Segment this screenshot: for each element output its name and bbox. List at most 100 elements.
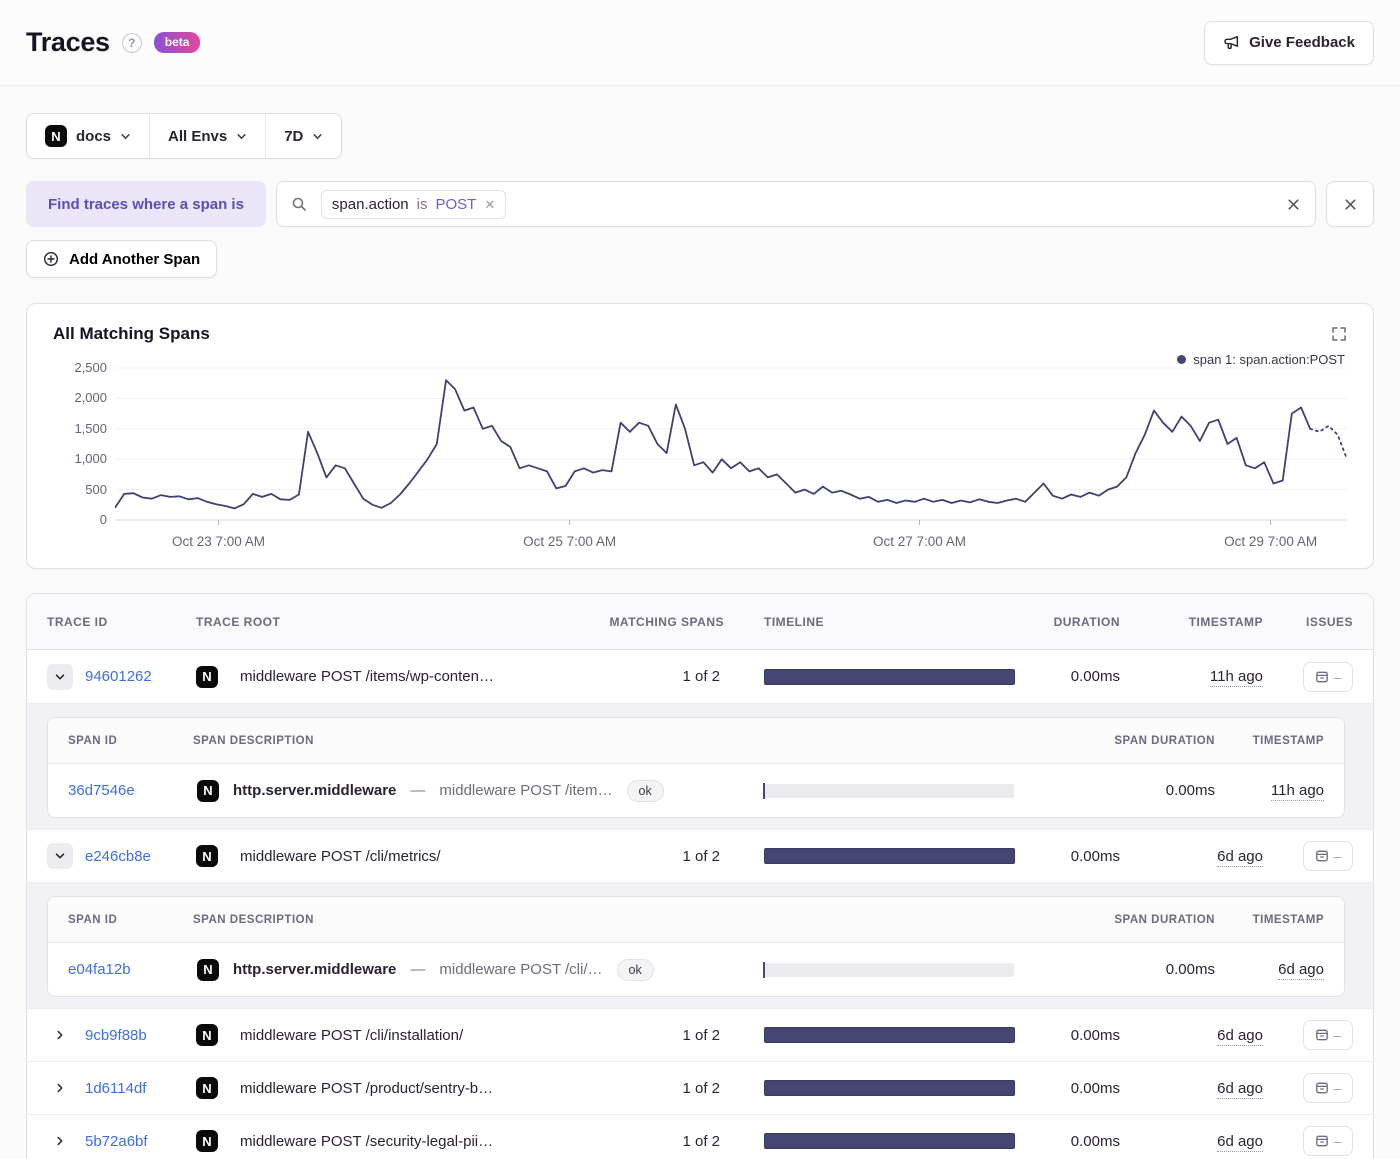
expand-chart-button[interactable] (1331, 324, 1347, 342)
page-header: Traces ? beta Give Feedback (0, 0, 1400, 86)
chevron-right-icon (57, 1030, 63, 1040)
issues-empty-dash: – (1333, 1133, 1342, 1149)
issues-cell-button[interactable]: – (1303, 1073, 1353, 1103)
span-timestamp-value[interactable]: 11h ago (1270, 782, 1324, 801)
span-column-header: SPAN DURATION (1114, 913, 1215, 926)
issues-cell-button[interactable]: – (1303, 1126, 1353, 1156)
nextjs-project-icon: N (196, 665, 218, 688)
span-id-link[interactable]: e04fa12b (68, 961, 131, 978)
column-header-timeline: TIMELINE (764, 614, 824, 629)
search-input[interactable] (520, 195, 1272, 213)
span-id-link[interactable]: 36d7546e (68, 782, 135, 799)
megaphone-icon (1223, 34, 1240, 51)
project-filter-label: docs (76, 127, 112, 145)
expand-trace-button[interactable] (47, 1075, 73, 1101)
nextjs-project-icon: N (197, 779, 219, 802)
plus-circle-icon (43, 251, 59, 267)
span-duration-value: 0.00ms (1165, 782, 1215, 799)
timestamp-value[interactable]: 6d ago (1217, 1079, 1263, 1099)
span-subtable-header: SPAN ID SPAN DESCRIPTION SPAN DURATION TIME… (48, 897, 1344, 943)
project-filter[interactable]: N docs (27, 114, 149, 158)
add-another-span-button[interactable]: Add Another Span (26, 240, 218, 278)
span-subtable-header: SPAN ID SPAN DESCRIPTION SPAN DURATION TIME… (48, 718, 1344, 764)
expand-trace-button[interactable] (47, 1128, 73, 1154)
token-value: POST (435, 195, 477, 213)
trace-id-link[interactable]: 1d6114df (85, 1080, 146, 1097)
issues-empty-dash: – (1333, 668, 1342, 685)
trace-id-link[interactable]: 5b72a6bf (85, 1133, 148, 1150)
y-axis-tick-label: 2,500 (74, 360, 107, 375)
span-column-header: SPAN ID (68, 913, 118, 926)
remove-span-filter-button[interactable] (1326, 181, 1374, 227)
clear-search-button[interactable] (1286, 197, 1301, 212)
span-column-header: TIMESTAMP (1252, 913, 1324, 926)
collapse-trace-button[interactable] (47, 663, 73, 690)
issues-cell-button[interactable]: – (1303, 661, 1353, 692)
y-axis-tick-label: 1,500 (74, 420, 107, 436)
timestamp-value[interactable]: 6d ago (1217, 847, 1263, 867)
issues-empty-dash: – (1333, 1027, 1342, 1043)
issues-cell-button[interactable]: – (1303, 1020, 1353, 1050)
close-icon (1288, 198, 1299, 210)
span-description: middleware POST /item… (439, 782, 613, 799)
span-column-header: SPAN DESCRIPTION (193, 913, 314, 926)
duration-value: 0.00ms (1070, 668, 1120, 685)
trace-id-link[interactable]: e246cb8e (85, 848, 151, 865)
column-header-issues: ISSUES (1305, 614, 1353, 629)
trace-root-text: middleware POST /cli/metrics/ (240, 847, 441, 865)
give-feedback-button[interactable]: Give Feedback (1204, 20, 1374, 65)
y-axis-tick-label: 0 (99, 512, 107, 527)
token-operator: is (416, 195, 428, 213)
issues-empty-dash: – (1333, 1080, 1342, 1096)
issues-cell-button[interactable]: – (1303, 841, 1353, 871)
timeline-bar (764, 848, 1015, 864)
span-row: e04fa12b Nhttp.server.middleware — middlewa… (48, 943, 1344, 996)
issues-icon (1315, 1082, 1328, 1094)
duration-value: 0.00ms (1070, 1026, 1120, 1044)
nextjs-project-icon: N (197, 958, 219, 981)
expand-trace-button[interactable] (47, 1022, 73, 1048)
help-icon[interactable]: ? (121, 32, 142, 53)
span-status-badge: ok (626, 779, 664, 802)
trace-id-link[interactable]: 9cb9f88b (85, 1027, 147, 1044)
span-timeline-bar (763, 782, 1014, 799)
separator-dash: — (410, 782, 426, 799)
duration-value: 0.00ms (1070, 1079, 1120, 1097)
duration-value: 0.00ms (1070, 1132, 1120, 1150)
filter-bar: N docs All Envs 7D (26, 113, 343, 159)
column-header-trace-root: TRACE ROOT (196, 614, 281, 629)
spans-chart-svg (115, 356, 1347, 526)
collapse-trace-button[interactable] (47, 843, 73, 869)
span-column-header: SPAN DESCRIPTION (193, 734, 314, 747)
chevron-right-icon (57, 1136, 63, 1146)
span-column-header: SPAN DURATION (1114, 734, 1215, 747)
span-subtable: SPAN ID SPAN DESCRIPTION SPAN DURATION TIME… (47, 717, 1345, 818)
span-timestamp-value[interactable]: 6d ago (1278, 961, 1324, 980)
chevron-down-icon (313, 133, 323, 139)
column-header-trace-id: TRACE ID (47, 614, 108, 629)
close-icon (1344, 198, 1356, 210)
chevron-down-icon (121, 133, 130, 139)
timestamp-value[interactable]: 6d ago (1217, 1026, 1263, 1046)
matching-spans-count: 1 of 2 (682, 1026, 720, 1044)
span-column-header: SPAN ID (68, 734, 118, 747)
span-description: middleware POST /cli/… (439, 961, 603, 978)
chart-series-line-tail (1310, 426, 1347, 459)
timestamp-value[interactable]: 11h ago (1209, 668, 1263, 687)
span-status-badge: ok (616, 958, 654, 981)
search-filter-token[interactable]: span.action is POST ✕ (320, 189, 507, 219)
search-icon (291, 196, 307, 212)
span-row: 36d7546e Nhttp.server.middleware — middlewa… (48, 764, 1344, 817)
token-remove-icon[interactable]: ✕ (484, 198, 495, 211)
trace-id-link[interactable]: 94601262 (85, 668, 152, 685)
environment-filter[interactable]: All Envs (149, 114, 265, 158)
chevron-down-icon (55, 673, 65, 679)
trace-row: 9cb9f88b Nmiddleware POST /cli/installati… (27, 1008, 1373, 1061)
beta-badge: beta (153, 32, 201, 53)
matching-spans-chart-panel: All Matching Spans span 1: span.action:P… (26, 303, 1374, 569)
span-search-box[interactable]: span.action is POST ✕ (275, 181, 1316, 227)
chevron-down-icon (55, 853, 65, 859)
trace-row: 1d6114df Nmiddleware POST /product/sentry… (27, 1061, 1373, 1114)
date-range-filter[interactable]: 7D (265, 114, 341, 158)
timestamp-value[interactable]: 6d ago (1217, 1132, 1263, 1152)
